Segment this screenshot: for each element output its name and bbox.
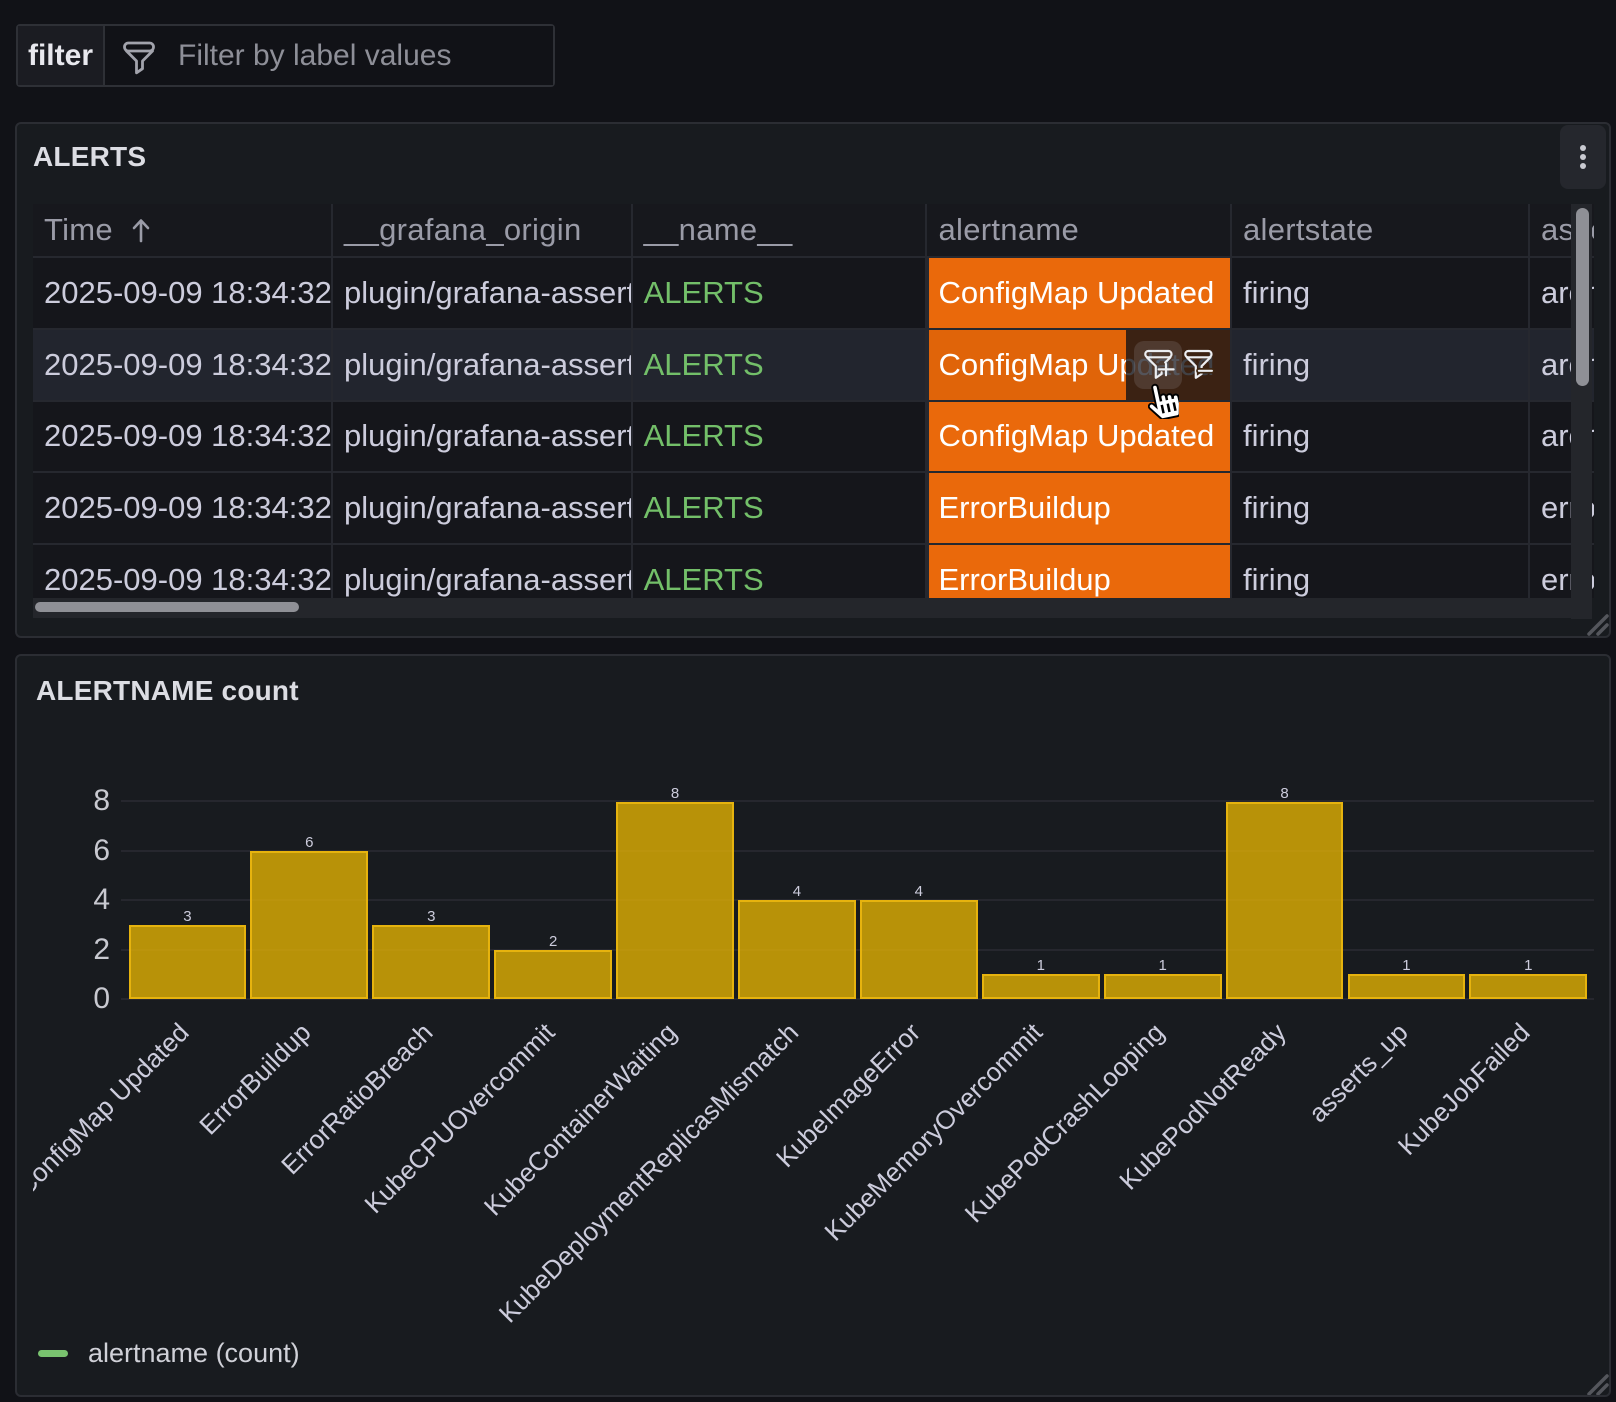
svg-text:KubeMemoryOvercommit: KubeMemoryOvercommit [818, 1016, 1048, 1246]
svg-text:ConfigMap Updated: ConfigMap Updated [33, 1017, 195, 1202]
svg-text:asserts_up: asserts_up [1303, 1017, 1414, 1128]
svg-text:ErrorBuildup: ErrorBuildup [193, 1017, 316, 1140]
svg-text:KubePodCrashLooping: KubePodCrashLooping [959, 1017, 1170, 1228]
